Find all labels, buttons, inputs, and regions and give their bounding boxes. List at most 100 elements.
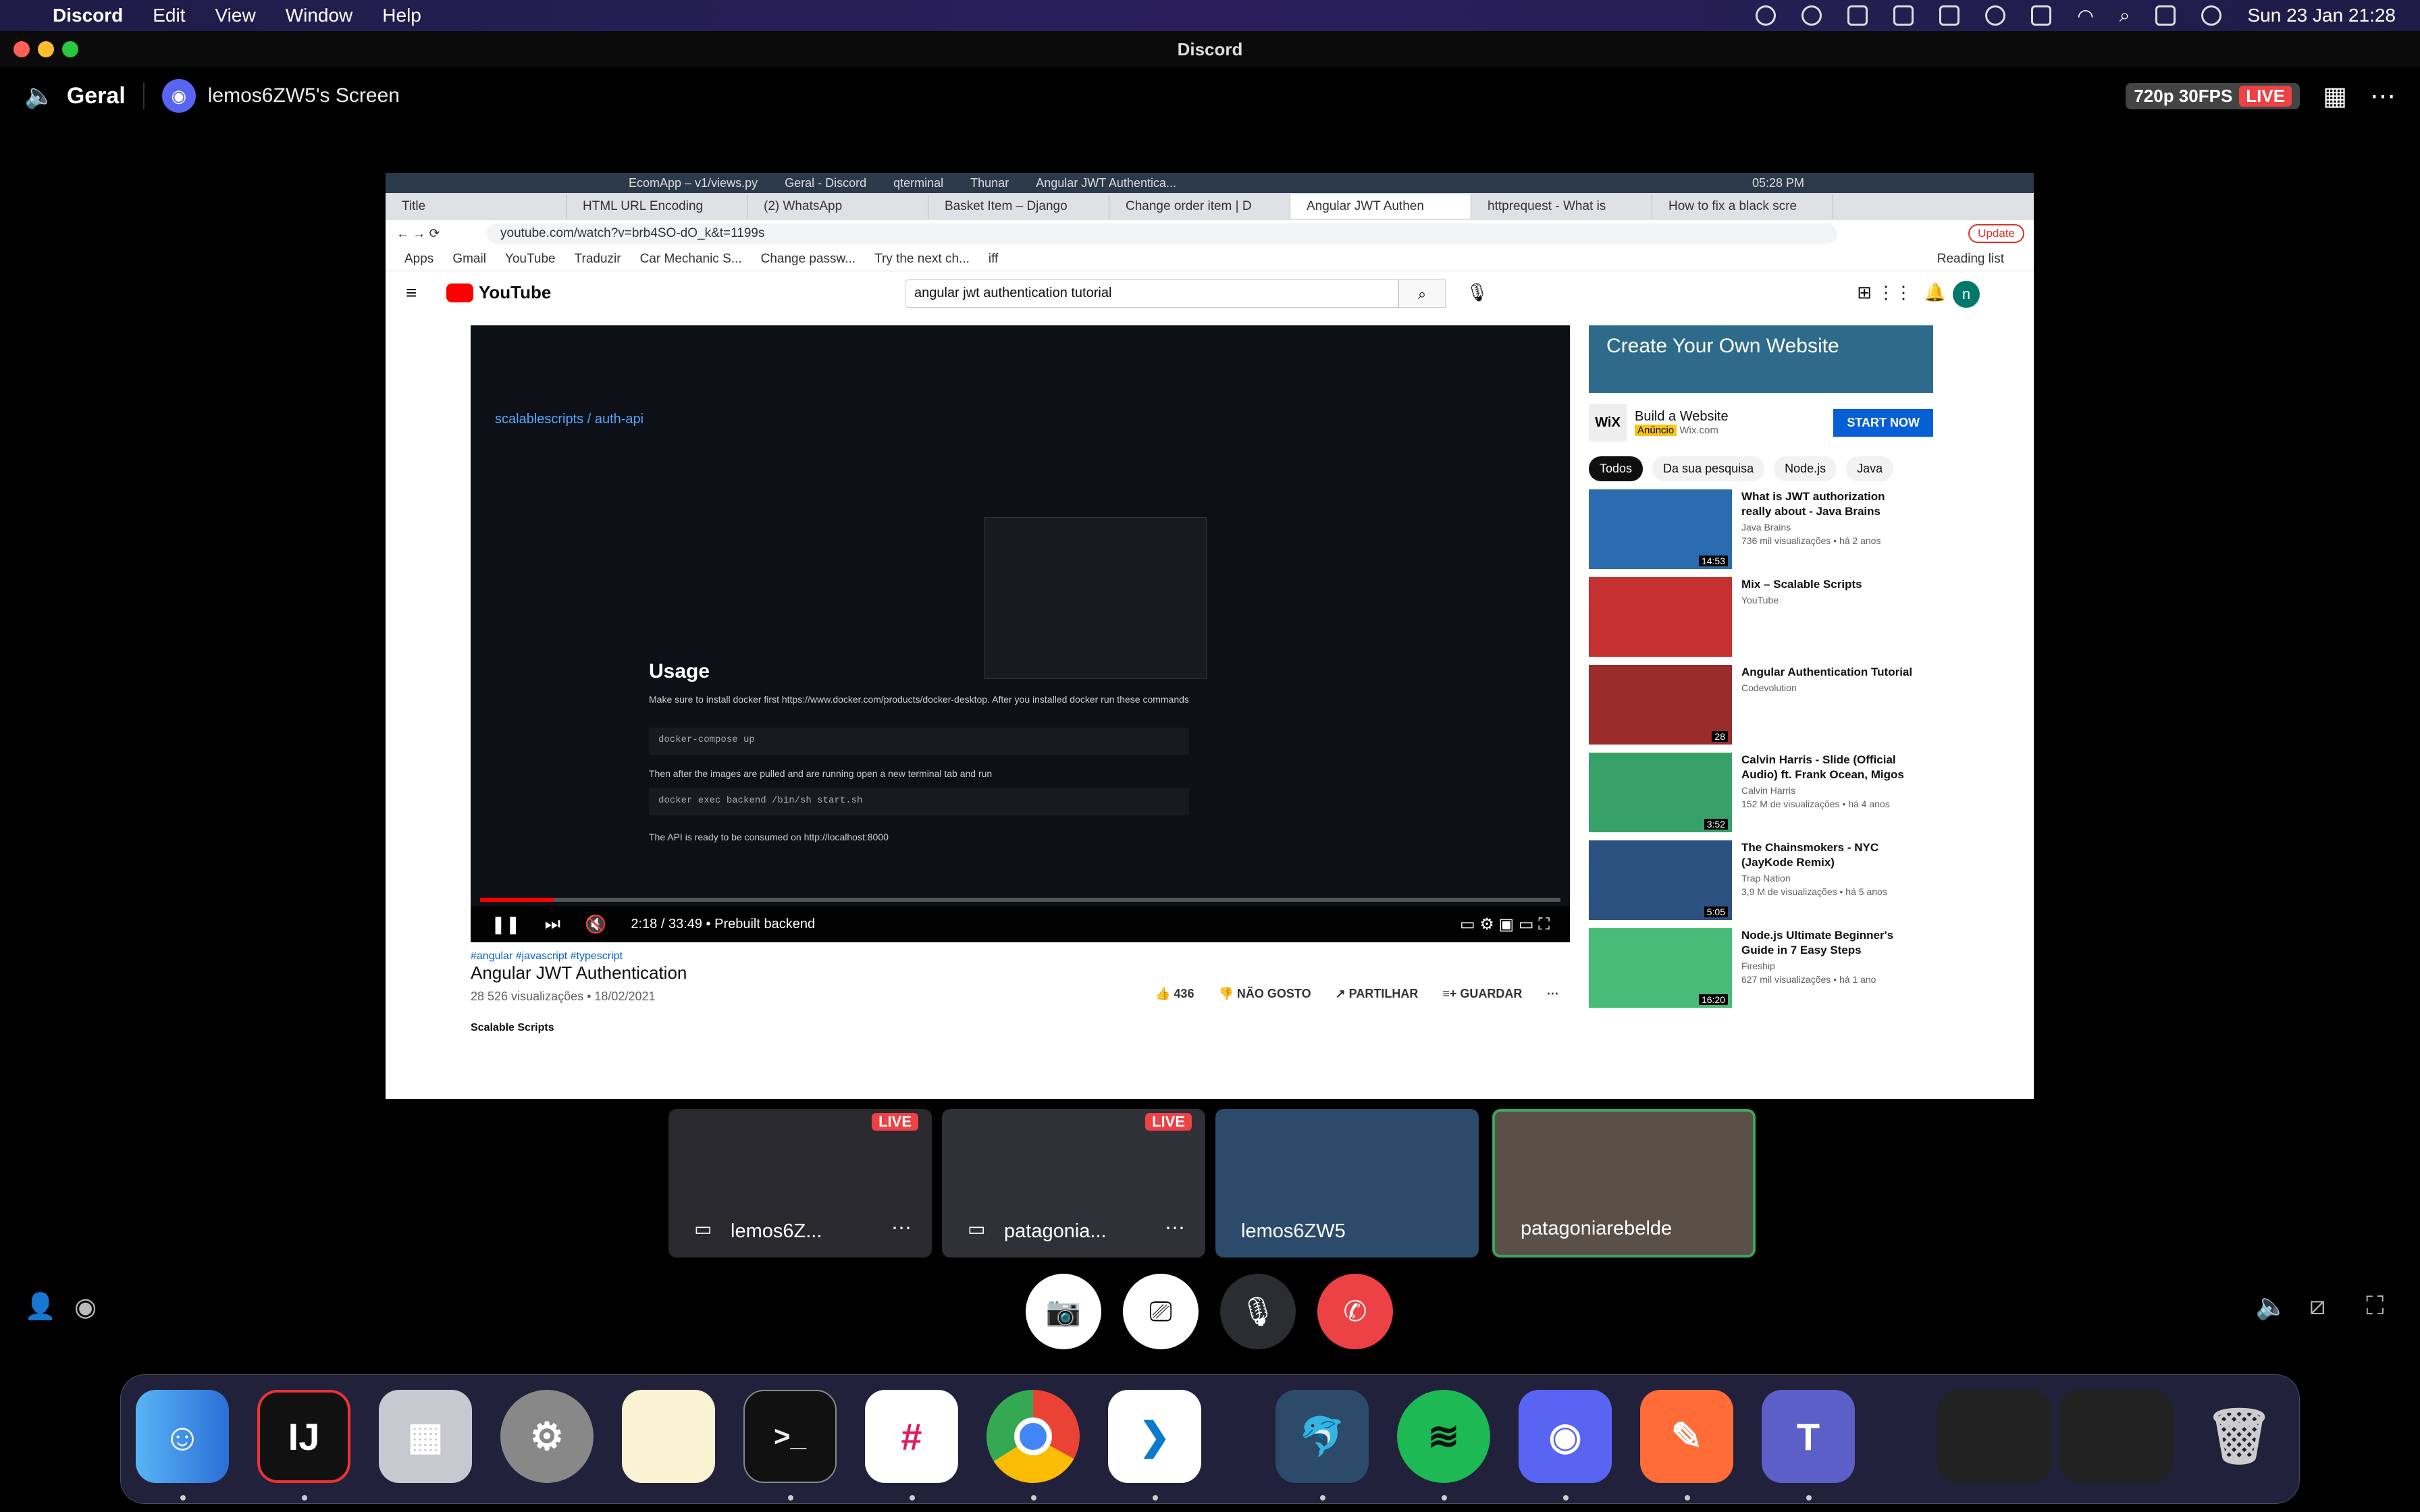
rec-channel: Java Brains (1741, 522, 1791, 533)
rec-title: Angular Authentication Tutorial (1741, 666, 1913, 678)
bookmark: Change passw... (760, 251, 856, 266)
rec-title: What is JWT authorization really about -… (1741, 490, 1885, 518)
discord-logo-icon: ◉ (161, 79, 196, 113)
channel-name[interactable]: Geral (67, 83, 126, 109)
intellij-icon[interactable]: IJ (257, 1390, 350, 1483)
participant-tile[interactable]: patagoniarebelde (1492, 1109, 1756, 1258)
discord-icon[interactable]: ◉ (1519, 1390, 1612, 1483)
record-icon[interactable] (1801, 5, 1822, 26)
window-thumbnail-icon[interactable] (1937, 1390, 2052, 1483)
macos-dock: ☺ IJ ▦ ⚙ >_ # ❯ 🐬 ≋ ◉ ✎ T 🗑 (120, 1374, 2300, 1504)
participant-name: patagoniarebelde (1521, 1218, 1673, 1239)
screen-title: lemos6ZW5's Screen (207, 84, 400, 107)
menu-edit[interactable]: Edit (153, 5, 185, 26)
slack-icon[interactable]: # (865, 1390, 958, 1483)
siri-icon[interactable] (2201, 5, 2222, 26)
wix-logo-icon: WiX (1589, 404, 1627, 441)
browser-tab: httprequest - What is (1471, 194, 1652, 219)
youtube-search-input: angular jwt authentication tutorial (905, 279, 1398, 308)
more-options-icon[interactable]: ⋯ (891, 1216, 912, 1240)
menu-window[interactable]: Window (286, 5, 353, 26)
menu-help[interactable]: Help (382, 5, 421, 26)
participant-tile[interactable]: ▭ lemos6Z... LIVE ⋯ (668, 1109, 932, 1258)
taskbar-item: qterminal (893, 176, 944, 190)
shared-screen[interactable]: EcomApp – v1/views.py Geral - Discord qt… (386, 173, 2034, 1099)
rec-item: Mix – Scalable Scripts YouTube (1589, 577, 1994, 657)
camera-button[interactable]: 📷 (1026, 1274, 1101, 1349)
ad-domain: Wix.com (1679, 425, 1718, 436)
browser-tab: How to fix a black scre (1652, 194, 1833, 219)
vscode-icon[interactable]: ❯ (1108, 1390, 1201, 1483)
minimize-window-button[interactable] (38, 41, 54, 57)
zoom-window-button[interactable] (62, 41, 78, 57)
spotify-icon[interactable]: ≋ (1397, 1390, 1490, 1483)
launchpad-icon[interactable]: ▦ (379, 1390, 472, 1483)
url-field: youtube.com/watch?v=brb4SO-dO_k&t=1199s (487, 223, 1837, 244)
window-thumbnail-icon[interactable] (2059, 1390, 2174, 1483)
notes-icon[interactable] (622, 1390, 715, 1483)
system-preferences-icon[interactable]: ⚙ (500, 1390, 594, 1483)
volume-icon[interactable]: 🔈 (2255, 1292, 2287, 1322)
close-window-button[interactable] (14, 41, 30, 57)
rec-channel: Trap Nation (1741, 873, 1791, 884)
battery-icon[interactable] (2031, 5, 2052, 26)
participant-tile[interactable]: lemos6ZW5 (1215, 1109, 1479, 1258)
menu-view[interactable]: View (215, 5, 256, 26)
bell-icon: 🔔 (1924, 282, 1946, 302)
rec-meta: 3,9 M de visualizações • há 5 anos (1741, 886, 1887, 897)
menu-clock[interactable]: Sun 23 Jan 21:28 (2247, 5, 2396, 26)
rec-duration: 28 (1712, 731, 1728, 742)
bookmark: YouTube (504, 251, 556, 266)
browser-tab: Change order item | D (1109, 194, 1290, 219)
rec-channel: Fireship (1741, 961, 1775, 971)
dislike-button: 👎 NÃO GOSTO (1218, 987, 1311, 1000)
running-indicator (1153, 1495, 1158, 1501)
activity-icon[interactable]: ◉ (74, 1292, 97, 1322)
browser-tab-active: Angular JWT Authen (1290, 194, 1471, 219)
spotlight-search-icon[interactable]: ⌕ (2120, 5, 2130, 27)
teams-icon[interactable]: T (1762, 1390, 1855, 1483)
notification-icon[interactable] (1939, 5, 1960, 26)
participant-name: patagonia... (1004, 1220, 1107, 1242)
finder-icon[interactable]: ☺ (136, 1390, 229, 1483)
popout-icon[interactable]: ⧄ (2309, 1292, 2325, 1321)
screen-share-button[interactable]: ⎚ (1123, 1274, 1199, 1349)
fullscreen-icon[interactable]: ⛶ (2366, 1292, 2384, 1321)
leave-call-button[interactable]: ✆ (1317, 1274, 1393, 1349)
reading-list: Reading list (1937, 251, 2004, 266)
next-icon: ⏭ (544, 913, 560, 934)
play-icon[interactable] (1985, 5, 2006, 26)
more-options-icon[interactable]: ⋯ (2370, 81, 2396, 111)
more-options-icon[interactable]: ⋯ (1165, 1216, 1185, 1240)
chip: Todos (1589, 456, 1643, 481)
rec-duration: 5:05 (1704, 907, 1728, 917)
screen-icon: ▭ (694, 1218, 712, 1239)
postman-icon[interactable]: ✎ (1640, 1390, 1733, 1483)
rec-title: The Chainsmokers - NYC (JayKode Remix) (1741, 841, 1879, 869)
menu-app-name[interactable]: Discord (53, 5, 123, 26)
grid-layout-icon[interactable]: ▦ (2323, 81, 2347, 111)
rec-meta: 627 mil visualizações • há 1 ano (1741, 974, 1876, 985)
control-center-icon[interactable] (2155, 5, 2176, 26)
microphone-button[interactable]: 🎙 (1220, 1274, 1296, 1349)
terminal-icon[interactable]: >_ (743, 1390, 837, 1483)
invite-user-icon[interactable]: 👤 (24, 1292, 56, 1322)
status-circle-icon[interactable] (1756, 5, 1777, 26)
chrome-icon[interactable] (987, 1390, 1080, 1483)
running-indicator (302, 1495, 307, 1501)
mysql-workbench-icon[interactable]: 🐬 (1275, 1390, 1369, 1483)
save-button: ≡+ GUARDAR (1442, 987, 1523, 1000)
taskbar-item: Thunar (970, 176, 1009, 190)
trash-icon[interactable]: 🗑 (2192, 1390, 2286, 1483)
dislike-label: NÃO GOSTO (1236, 987, 1311, 1000)
bluetooth-icon[interactable] (1893, 5, 1914, 26)
hamburger-icon: ≡ (406, 282, 417, 303)
screen-icon[interactable] (1847, 5, 1868, 26)
usage-heading: Usage (649, 660, 710, 682)
window-titlebar: Discord (0, 31, 2420, 68)
participant-tile[interactable]: ▭ patagonia... LIVE ⋯ (942, 1109, 1205, 1258)
running-indicator (1563, 1495, 1569, 1501)
wifi-icon[interactable]: ◠ (2077, 5, 2093, 27)
participant-name: lemos6Z... (731, 1220, 822, 1242)
window-title: Discord (1177, 39, 1243, 59)
